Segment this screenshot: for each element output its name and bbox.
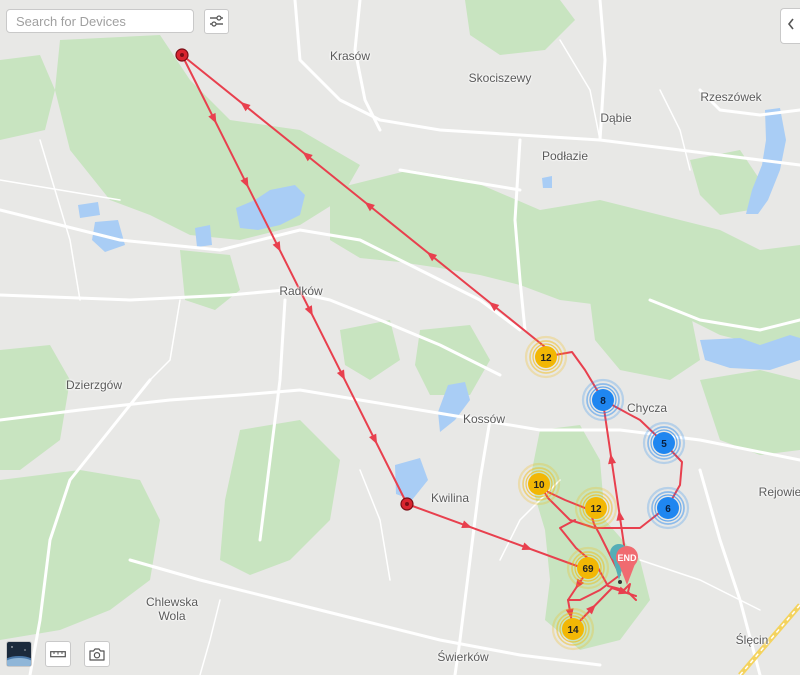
- map-layer-toggle[interactable]: [6, 641, 32, 667]
- place-label-rzeszowek: Rzeszówek: [700, 90, 762, 104]
- ruler-icon: [50, 649, 66, 659]
- cluster-count: 6: [665, 504, 671, 515]
- screenshot-button[interactable]: [84, 641, 110, 667]
- cluster-count: 12: [540, 353, 552, 364]
- device-search-input[interactable]: [6, 9, 194, 33]
- cluster-count: 14: [567, 625, 579, 636]
- cluster-count: 10: [533, 480, 545, 491]
- collapse-panel-button[interactable]: [780, 8, 800, 44]
- place-label-radkow: Radków: [279, 284, 323, 298]
- place-label-kwilina: Kwilina: [430, 491, 470, 505]
- current-position-dot: [618, 580, 622, 584]
- end-marker-label: END: [617, 553, 637, 563]
- map-canvas[interactable]: END 12 8 5 10 12 6 69 14: [0, 0, 800, 675]
- camera-icon: [89, 647, 105, 661]
- filter-settings-button[interactable]: [204, 9, 229, 34]
- place-label-chycza: Chycza: [626, 401, 668, 415]
- sliders-icon: [209, 15, 224, 28]
- place-label-skociszewy: Skociszewy: [468, 71, 532, 85]
- place-label-slecin: Ślęcin: [735, 633, 769, 647]
- place-label-rejowiec: Rejowie: [758, 485, 800, 499]
- place-label-krasow: Krasów: [329, 49, 371, 63]
- place-label-dzierzgow: Dzierzgów: [65, 378, 123, 392]
- cluster-count: 12: [590, 504, 602, 515]
- place-label-kossow: Kossów: [462, 412, 506, 426]
- place-label-chlewska-wola: Chlewska Wola: [145, 595, 199, 623]
- place-label-swierkow: Świerków: [437, 650, 489, 664]
- place-label-podlazie: Podłazie: [541, 149, 589, 163]
- cluster-count: 8: [600, 396, 606, 407]
- chevron-left-icon: [787, 17, 795, 35]
- measure-distance-button[interactable]: [45, 641, 71, 667]
- cluster-count: 69: [582, 564, 594, 575]
- place-label-dabie: Dąbie: [600, 111, 632, 125]
- satellite-thumbnail-icon: [7, 642, 31, 666]
- cluster-count: 5: [661, 439, 667, 450]
